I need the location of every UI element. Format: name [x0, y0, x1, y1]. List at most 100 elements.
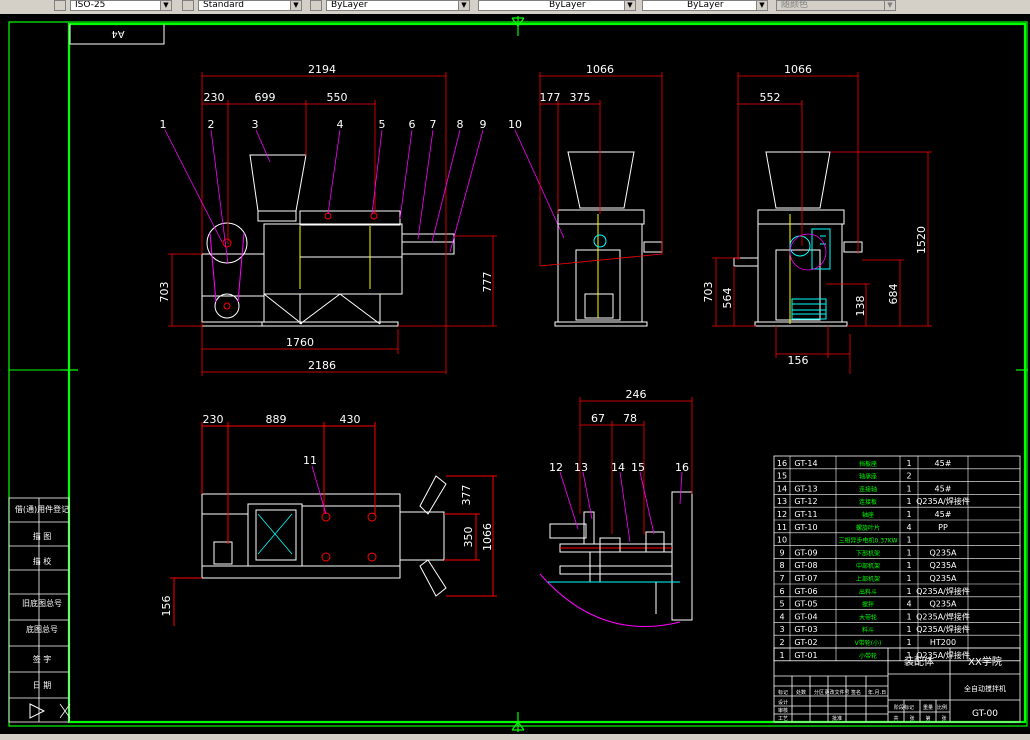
- dim-front-550: 550: [327, 91, 348, 104]
- bom-cell: GT-04: [794, 612, 817, 621]
- bom-cell: 1: [906, 497, 911, 506]
- product-name: 全自动搅拌机: [964, 684, 1006, 693]
- linetype-select[interactable]: ByLayer ▼: [478, 0, 636, 11]
- layer-color-icon[interactable]: [310, 0, 322, 11]
- bom-cell: GT-03: [794, 625, 817, 634]
- tb-label-mark: 标记: [778, 689, 788, 696]
- bom-cell: GT-09: [794, 548, 817, 557]
- dim-side1-375: 375: [570, 91, 591, 104]
- balloon-15: 15: [631, 461, 645, 474]
- strip-label-5: 底图总号: [26, 624, 58, 634]
- bom-cell: GT-05: [794, 600, 817, 609]
- dim-plan-1066: 1066: [481, 523, 494, 551]
- tb-label-design: 设计: [778, 699, 788, 706]
- chevron-down-icon[interactable]: ▼: [160, 1, 171, 10]
- balloon-13: 13: [574, 461, 588, 474]
- bom-cell: 45#: [935, 510, 952, 519]
- bom-cell: 5: [779, 600, 784, 609]
- balloon-6: 6: [409, 118, 416, 131]
- dim-plan-377: 377: [460, 485, 473, 506]
- drawing-canvas[interactable]: A4 借(通)用件登记 描 图 描 校 旧底图总号 底图总号 签 字 日 期 2…: [0, 14, 1030, 734]
- chevron-down-icon[interactable]: ▼: [624, 1, 635, 10]
- bom-cell: 9: [779, 548, 784, 557]
- bom-cell: Q235A/焊接件: [916, 624, 970, 634]
- bom-cell: 1: [906, 536, 911, 545]
- bom-cell: 1: [906, 638, 911, 647]
- bom-cell: 11: [777, 523, 787, 532]
- textstyle-value: Standard: [203, 0, 244, 10]
- tb-label-date: 年.月.日: [868, 689, 886, 696]
- tb-label-scale: 比例: [937, 704, 947, 711]
- sheet-size-label: A4: [111, 28, 124, 39]
- bom-cell: 15: [777, 472, 787, 481]
- dim-plan-230: 230: [203, 413, 224, 426]
- balloon-11: 11: [303, 454, 317, 467]
- bom-cell: 2: [779, 638, 784, 647]
- bom-cell: Q235A: [929, 548, 957, 557]
- dim-detail-246: 246: [626, 388, 647, 401]
- drawing-name: 装配体: [904, 655, 934, 668]
- bom-cell: Q235A: [929, 574, 957, 583]
- balloon-4: 4: [337, 118, 344, 131]
- bom-cell: 1: [906, 561, 911, 570]
- plotstyle-select: 随颜色 ▼: [776, 0, 896, 11]
- bom-cell: 4: [906, 523, 911, 532]
- dim-side2-564: 564: [721, 288, 734, 309]
- chevron-down-icon: ▼: [884, 1, 895, 10]
- bom-cell: 出料斗: [859, 588, 877, 596]
- bom-cell: HT200: [930, 638, 956, 647]
- textstyle-select[interactable]: Standard ▼: [198, 0, 302, 11]
- strip-label-6: 签 字: [33, 654, 52, 664]
- tb-label-change-doc: 更改文件号: [824, 689, 849, 696]
- bom-cell: 中部机架: [856, 562, 880, 570]
- dim-plan-350: 350: [462, 527, 475, 548]
- dim-side2-138: 138: [854, 296, 867, 317]
- bom-cell: GT-12: [794, 497, 817, 506]
- bom-cell: Q235A: [929, 600, 957, 609]
- balloon-10: 10: [508, 118, 522, 131]
- bom-cell: GT-02: [794, 638, 817, 647]
- balloon-7: 7: [430, 118, 437, 131]
- dim-plan-889: 889: [266, 413, 287, 426]
- dim-side2-552: 552: [760, 91, 781, 104]
- dim-plan-156: 156: [160, 596, 173, 617]
- bom-cell: 1: [906, 548, 911, 557]
- bom-cell: 1: [906, 587, 911, 596]
- dimstyle-select[interactable]: ISO-25 ▼: [70, 0, 172, 11]
- bom-cell: V带轮(小): [855, 639, 882, 647]
- dim-front-1760: 1760: [286, 336, 314, 349]
- bom-cell: GT-01: [794, 651, 817, 660]
- bom-cell: GT-14: [794, 459, 817, 468]
- chevron-down-icon[interactable]: ▼: [458, 1, 469, 10]
- bom-cell: 6: [779, 587, 784, 596]
- bom-cell: Q235A/焊接件: [916, 586, 970, 596]
- bom-cell: 下部机架: [856, 549, 880, 557]
- bom-cell: 1: [906, 510, 911, 519]
- layer-select[interactable]: ByLayer ▼: [326, 0, 470, 11]
- dim-side2-1520: 1520: [915, 226, 928, 254]
- dim-detail-67: 67: [591, 412, 605, 425]
- textstyle-icon[interactable]: [182, 0, 194, 11]
- tb-label-approve: 批准: [832, 715, 842, 722]
- balloon-5: 5: [379, 118, 386, 131]
- dim-front-777: 777: [481, 272, 494, 293]
- balloon-9: 9: [480, 118, 487, 131]
- chevron-down-icon[interactable]: ▼: [290, 1, 301, 10]
- strip-label-2: 描 图: [33, 531, 52, 541]
- lineweight-value: ByLayer: [687, 0, 724, 10]
- balloon-3: 3: [252, 118, 259, 131]
- dimstyle-icon[interactable]: [54, 0, 66, 11]
- lineweight-select[interactable]: ByLayer ▼: [642, 0, 768, 11]
- dim-detail-78: 78: [623, 412, 637, 425]
- tb-label-weight: 重量: [923, 704, 933, 711]
- dim-side1-177: 177: [540, 91, 561, 104]
- chevron-down-icon[interactable]: ▼: [756, 1, 767, 10]
- bom-cell: 连接轴: [859, 485, 877, 493]
- bom-cell: 螺旋叶片: [856, 524, 880, 532]
- dimstyle-value: ISO-25: [75, 0, 106, 10]
- dim-side2-156: 156: [788, 354, 809, 367]
- bom-cell: 上部机架: [856, 575, 880, 583]
- bom-cell: 1: [906, 612, 911, 621]
- dim-front-2186: 2186: [308, 359, 336, 372]
- tb-label-review: 审核: [778, 707, 788, 714]
